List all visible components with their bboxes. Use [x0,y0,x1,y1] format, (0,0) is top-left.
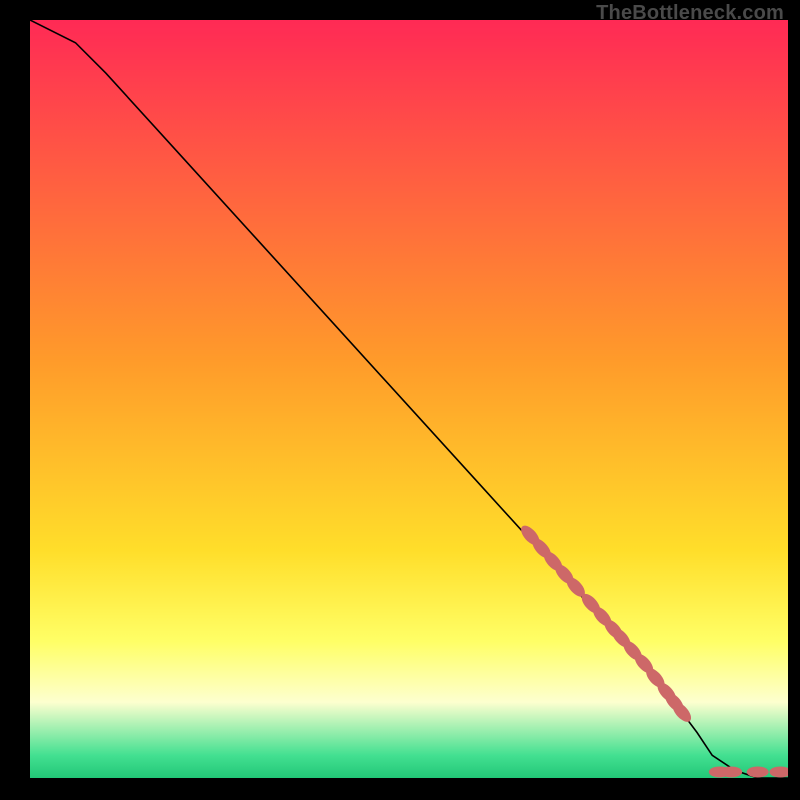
data-marker [720,766,742,777]
watermark-text: TheBottleneck.com [596,2,784,25]
data-marker [747,766,769,777]
chart-overlay-svg [30,20,788,778]
chart-container-outer: TheBottleneck.com [0,0,800,800]
data-marker [769,766,788,777]
markers-group [518,523,788,778]
curve-line [30,20,788,778]
